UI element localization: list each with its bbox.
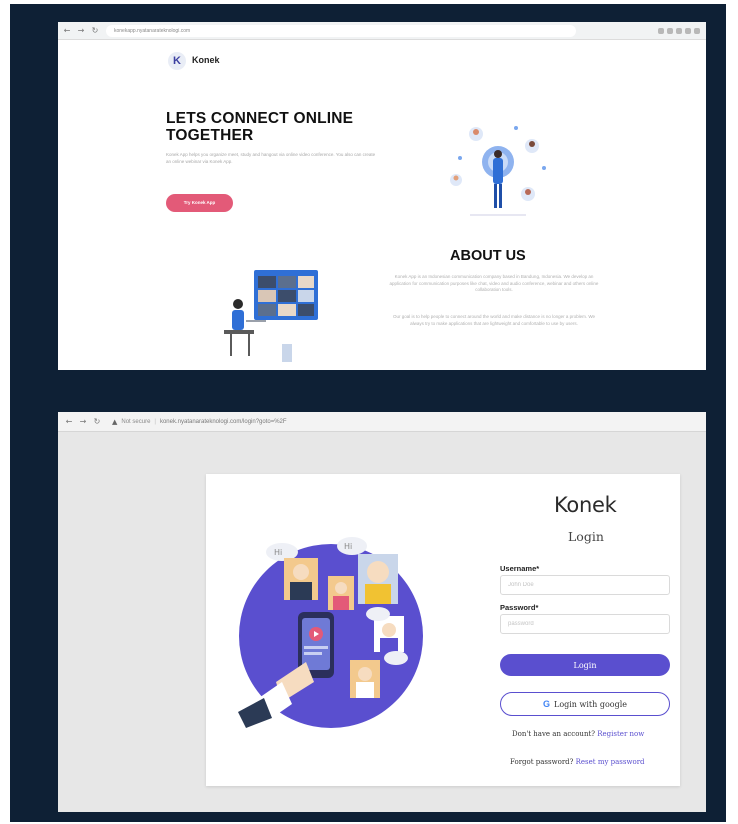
hero-title: LETS CONNECT ONLINE TOGETHER	[166, 110, 354, 144]
svg-text:Hi: Hi	[344, 542, 352, 551]
zoom-icon[interactable]	[658, 27, 664, 34]
star-icon[interactable]	[676, 27, 682, 34]
reload-icon[interactable]: ↻	[90, 26, 100, 36]
forgot-row: Forgot password? Reset my password	[510, 758, 645, 766]
security-status: Not secure	[121, 418, 151, 425]
forward-icon[interactable]: →	[78, 417, 88, 427]
address-separator: |	[154, 418, 156, 425]
forward-icon[interactable]: →	[76, 26, 86, 36]
login-card: Hi Hi Konek Login Username* Password* Lo…	[206, 474, 680, 786]
svg-text:Hi: Hi	[274, 548, 282, 557]
login-page-screenshot: ← → ↻ ▲ Not secure | konek.nyatanaratekn…	[58, 412, 706, 812]
username-label: Username*	[500, 564, 540, 573]
profile-icon[interactable]	[694, 27, 700, 34]
password-label: Password*	[500, 603, 539, 612]
brand-title: Konek	[554, 493, 617, 517]
login-with-google-button[interactable]: G Login with google	[500, 692, 670, 716]
username-input[interactable]	[500, 575, 670, 595]
about-paragraph-1: Konek App is an Indonesian communication…	[389, 274, 599, 292]
warning-icon: ▲	[112, 417, 118, 426]
hero-illustration	[450, 126, 546, 216]
reset-password-link[interactable]: Reset my password	[576, 758, 645, 766]
share-icon[interactable]	[667, 27, 673, 34]
video-call-illustration: Hi Hi	[238, 537, 423, 728]
back-icon[interactable]: ←	[64, 417, 74, 427]
reload-icon[interactable]: ↻	[92, 417, 102, 427]
about-paragraph-2: Our goal is to help people to connect ar…	[392, 314, 596, 326]
forgot-password-text: Forgot password?	[510, 758, 574, 766]
password-input[interactable]	[500, 614, 670, 634]
try-konek-button[interactable]: Try Konek App	[166, 194, 233, 212]
konek-logo-icon[interactable]: K	[168, 52, 186, 70]
brand-name[interactable]: Konek	[192, 55, 220, 65]
register-row: Don't have an account? Register now	[512, 730, 644, 738]
about-title: ABOUT US	[450, 248, 526, 264]
about-illustration	[224, 270, 318, 362]
browser-toolbar: ← → ↻ ▲ Not secure | konek.nyatanaratekn…	[58, 412, 706, 432]
address-bar[interactable]: konek.nyatanarateknologi.com/login?goto=…	[160, 419, 287, 425]
browser-extensions	[658, 27, 700, 34]
google-icon: G	[542, 699, 550, 709]
register-link[interactable]: Register now	[597, 730, 644, 738]
login-heading: Login	[568, 529, 604, 544]
login-button[interactable]: Login	[500, 654, 670, 676]
back-icon[interactable]: ←	[62, 26, 72, 36]
extension-icon[interactable]	[685, 27, 691, 34]
browser-toolbar: ← → ↻ konekapp.nyatanarateknologi.com	[58, 22, 706, 40]
hero-description: Konek App helps you organize meet, study…	[166, 152, 376, 164]
landing-page-screenshot: ← → ↻ konekapp.nyatanarateknologi.com K …	[58, 22, 706, 370]
no-account-text: Don't have an account?	[512, 730, 596, 738]
address-bar[interactable]: konekapp.nyatanarateknologi.com	[106, 24, 576, 37]
google-button-label: Login with google	[554, 699, 627, 709]
